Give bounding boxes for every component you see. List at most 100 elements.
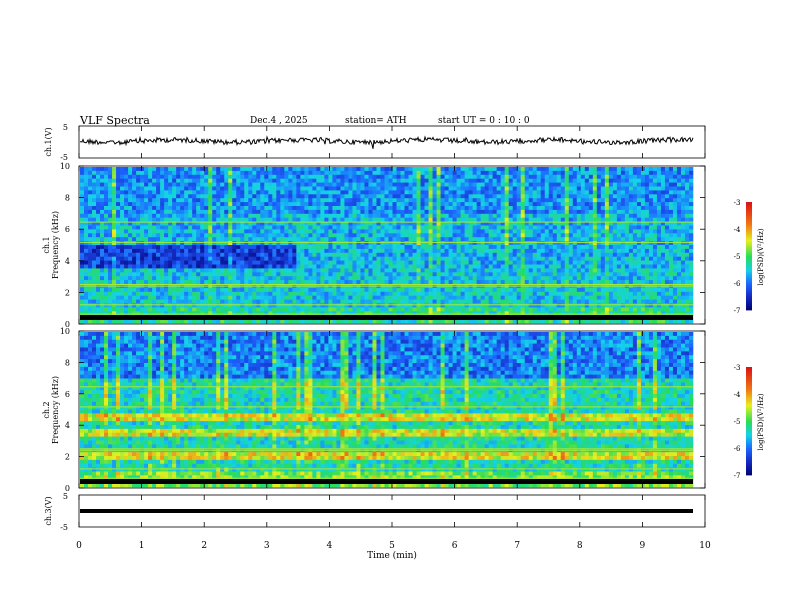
- spectrogram-cell: [556, 202, 562, 207]
- spectrogram-cell: [468, 237, 473, 242]
- spectrogram-cell: [464, 209, 469, 215]
- spectrogram-cell: [344, 272, 349, 277]
- spectrogram-cell: [348, 186, 353, 191]
- spectrogram-cell: [556, 272, 562, 277]
- spectrogram-cell: [560, 202, 566, 207]
- spectrogram-cell: [208, 245, 213, 250]
- spectrogram-cell: [80, 276, 85, 281]
- spectrogram-cell: [152, 248, 157, 254]
- spectrogram-cell: [280, 311, 285, 316]
- spectrogram-cell: [476, 237, 481, 242]
- spectrogram-cell: [272, 206, 277, 211]
- spectrogram-cell: [488, 280, 493, 285]
- spectrogram-cell: [408, 167, 413, 172]
- spectrogram-cell: [272, 217, 277, 222]
- spectrogram-cell: [208, 202, 213, 207]
- spectrogram-cell: [272, 260, 277, 265]
- spectrogram-cell: [556, 174, 562, 179]
- spectrogram-cell: [476, 217, 481, 222]
- spectrogram-cell: [384, 287, 389, 293]
- spectrogram-cell: [84, 311, 89, 316]
- spectrogram-cell: [252, 287, 257, 293]
- spectrogram-cell: [188, 213, 193, 218]
- spectrogram-cell: [240, 287, 245, 293]
- spectrogram-cell: [236, 229, 241, 234]
- spectrogram-cell: [204, 272, 209, 277]
- spectrogram-cell: [316, 291, 321, 296]
- spectrogram-cell: [296, 237, 301, 242]
- spectrogram-cell: [448, 225, 453, 230]
- spectrogram-cell: [408, 311, 413, 316]
- spectrogram-cell: [256, 272, 261, 277]
- spectrogram-cell: [144, 295, 149, 300]
- spectrogram-cell: [376, 225, 381, 230]
- spectrogram-cell: [400, 256, 405, 261]
- spectrogram-cell: [524, 190, 530, 195]
- spectrogram-cell: [456, 229, 461, 234]
- spectrogram-cell: [472, 268, 477, 273]
- spectrogram-cell: [128, 303, 133, 308]
- spectrogram-cell: [536, 170, 542, 176]
- spectrogram-cell: [292, 280, 297, 285]
- spectrogram-cell: [336, 268, 341, 273]
- spectrogram-cell: [480, 217, 485, 222]
- spectrogram-cell: [528, 256, 534, 261]
- spectrogram-cell: [468, 186, 473, 191]
- spectrogram-cell: [544, 194, 550, 199]
- spectrogram-cell: [480, 268, 485, 273]
- spectrogram-cell: [324, 217, 329, 222]
- spectrogram-cell: [324, 299, 329, 304]
- spectrogram-cell: [480, 272, 485, 277]
- spectrogram-cell: [428, 311, 433, 316]
- spectrogram-cell: [420, 190, 425, 195]
- spectrogram-cell: [540, 291, 546, 296]
- spectrogram-cell: [572, 276, 578, 281]
- spectrogram-cell: [512, 272, 518, 277]
- spectrogram-cell: [452, 291, 457, 296]
- spectrogram-cell: [172, 186, 177, 191]
- spectrogram-cell: [352, 202, 357, 207]
- spectrogram-cell: [88, 303, 93, 308]
- spectrogram-cell: [504, 291, 509, 296]
- spectrogram-cell: [260, 209, 265, 215]
- spectrogram-cell: [104, 217, 109, 222]
- spectrogram-cell: [396, 268, 401, 273]
- spectrogram-cell: [360, 287, 365, 293]
- spectrogram-cell: [84, 252, 89, 257]
- spectrogram-cell: [292, 264, 297, 269]
- spectrogram-cell: [420, 256, 425, 261]
- spectrogram-cell: [232, 190, 237, 195]
- spectrogram-cell: [528, 248, 534, 254]
- spectrogram-cell: [256, 198, 261, 203]
- spectrogram-cell: [92, 264, 97, 269]
- spectrogram-cell: [340, 174, 345, 179]
- spectrogram-cell: [232, 252, 237, 257]
- spectrogram-cell: [176, 276, 181, 281]
- spectrogram-cell: [288, 217, 293, 222]
- spectrogram-cell: [564, 206, 570, 211]
- spectrogram-cell: [520, 268, 526, 273]
- spectrogram-cell: [212, 237, 217, 242]
- spectrogram-cell: [412, 272, 417, 277]
- spectrogram-cell: [488, 170, 493, 176]
- spectrogram-cell: [192, 299, 197, 304]
- spectrogram-cell: [212, 272, 217, 277]
- spectrogram-cell: [468, 276, 473, 281]
- spectrogram-cell: [396, 229, 401, 234]
- spectrogram-cell: [160, 252, 165, 257]
- spectrogram-cell: [496, 237, 501, 242]
- spectrogram-cell: [284, 190, 289, 195]
- spectrogram-cell: [416, 170, 421, 176]
- spectrogram-cell: [188, 182, 193, 187]
- spectrogram-cell: [352, 303, 357, 308]
- spectrogram-cell: [188, 268, 193, 273]
- spectrogram-cell: [212, 303, 217, 308]
- spectrogram-cell: [252, 202, 257, 207]
- spectrogram-cell: [484, 241, 489, 246]
- spectrogram-cell: [340, 167, 345, 172]
- spectrogram-cell: [332, 252, 337, 257]
- spectrogram-cell: [152, 167, 157, 172]
- spectrogram-cell: [452, 202, 457, 207]
- spectrogram-cell: [368, 190, 373, 195]
- spectrogram-cell: [508, 307, 514, 312]
